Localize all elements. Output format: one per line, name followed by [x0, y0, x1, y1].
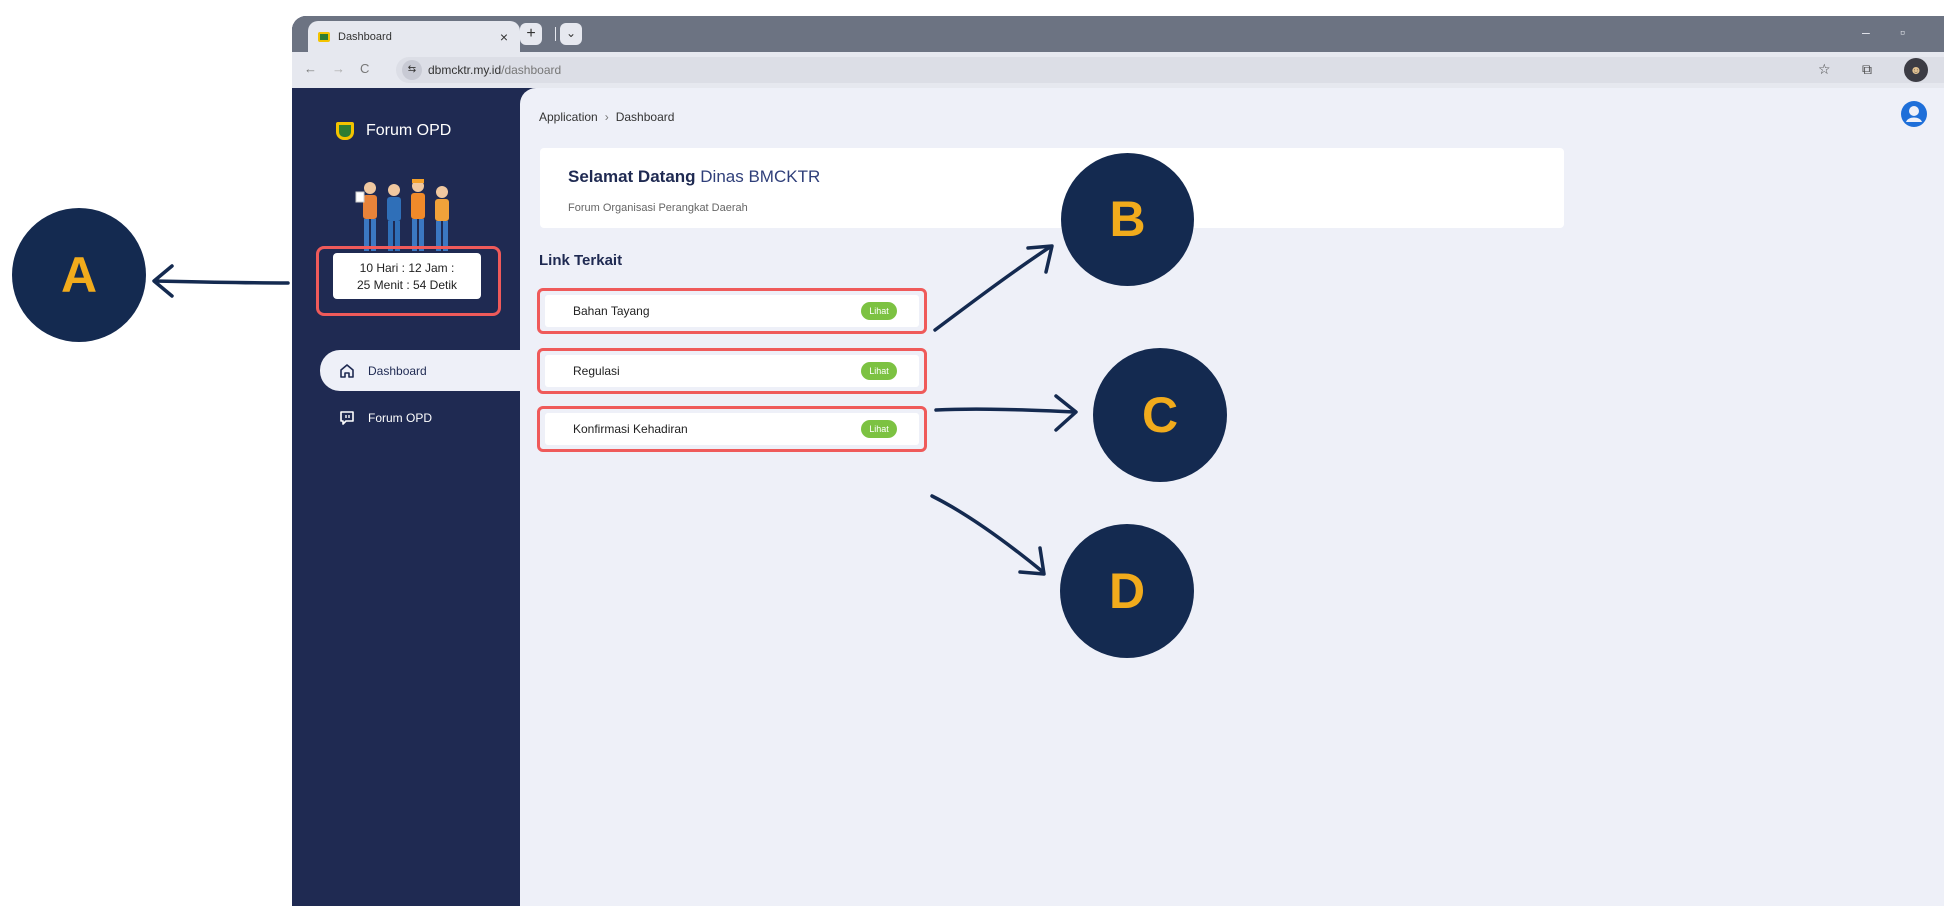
tab-strip: Dashboard × + ⌄ – ▫ [292, 16, 1944, 52]
user-account-icon[interactable] [1900, 100, 1928, 128]
callout-b: B [1061, 153, 1194, 286]
chat-icon [336, 407, 358, 429]
back-button[interactable]: ← [304, 61, 317, 76]
arrow-a [153, 279, 290, 285]
arrow-a-head [152, 264, 174, 298]
address-bar: ← → C ⇆ dbmcktr.my.id/dashboard ☆ ⧉ ☻ [292, 52, 1944, 88]
url-input[interactable]: ⇆ dbmcktr.my.id/dashboard [396, 57, 1944, 83]
link-item-regulasi: Regulasi Lihat [537, 348, 927, 394]
bookmark-star-icon[interactable]: ☆ [1818, 61, 1831, 78]
extensions-icon[interactable]: ⧉ [1862, 61, 1872, 78]
breadcrumb: Application › Dashboard [539, 110, 674, 124]
tab-title: Dashboard [338, 30, 392, 43]
welcome-org: Dinas BMCKTR [700, 167, 821, 186]
countdown-highlight [316, 246, 501, 316]
breadcrumb-separator: › [604, 110, 609, 124]
workers-illustration [355, 179, 449, 251]
maximize-button[interactable]: ▫ [1900, 24, 1905, 40]
worker-1 [355, 182, 377, 251]
minimize-button[interactable]: – [1862, 24, 1870, 40]
link-label: Konfirmasi Kehadiran [573, 422, 688, 436]
welcome-card: Selamat Datang Dinas BMCKTR Forum Organi… [540, 148, 1564, 228]
sidebar-item-dashboard[interactable]: Dashboard [320, 350, 538, 391]
lihat-button[interactable]: Lihat [861, 420, 897, 438]
brand-title: Forum OPD [366, 122, 452, 139]
sidebar-item-label: Dashboard [368, 363, 427, 378]
welcome-title: Selamat Datang Dinas BMCKTR [568, 167, 820, 187]
link-label: Bahan Tayang [573, 304, 650, 318]
link-card: Konfirmasi Kehadiran Lihat [545, 413, 919, 445]
welcome-greeting: Selamat Datang [568, 167, 696, 186]
url-domain: dbmcktr.my.id [428, 63, 502, 77]
lihat-button[interactable]: Lihat [861, 302, 897, 320]
link-card: Bahan Tayang Lihat [545, 295, 919, 327]
brand[interactable]: Forum OPD [336, 122, 451, 140]
url-text: dbmcktr.my.id/dashboard [428, 63, 561, 77]
breadcrumb-root[interactable]: Application [539, 110, 598, 124]
home-icon [336, 360, 358, 382]
tab-separator [555, 27, 556, 41]
callout-c: C [1093, 348, 1227, 482]
link-label: Regulasi [573, 364, 620, 378]
tab-close-icon[interactable]: × [496, 29, 512, 45]
lihat-button[interactable]: Lihat [861, 362, 897, 380]
link-item-konfirmasi-kehadiran: Konfirmasi Kehadiran Lihat [537, 406, 927, 452]
sidebar-item-label: Forum OPD [368, 410, 433, 425]
browser-tab[interactable]: Dashboard × [308, 21, 520, 52]
site-info-icon[interactable]: ⇆ [402, 60, 422, 80]
link-item-bahan-tayang: Bahan Tayang Lihat [537, 288, 927, 334]
tab-search-button[interactable]: ⌄ [560, 23, 582, 45]
welcome-subtitle: Forum Organisasi Perangkat Daerah [568, 202, 748, 214]
section-title: Link Terkait [539, 252, 623, 269]
main-content: Application › Dashboard Selamat Datang Din… [520, 88, 1944, 906]
callout-d: D [1060, 524, 1194, 658]
reload-button[interactable]: C [360, 61, 369, 76]
favicon-icon [318, 31, 330, 42]
brand-logo-icon [336, 122, 354, 140]
worker-2 [387, 184, 401, 251]
link-card: Regulasi Lihat [545, 355, 919, 387]
sidebar-item-forum-opd[interactable]: Forum OPD [320, 397, 538, 438]
profile-avatar[interactable]: ☻ [1904, 58, 1928, 82]
sidebar: Forum OPD 10 Hari: 12 Jam: 25 Menit: … [292, 88, 538, 906]
breadcrumb-current: Dashboard [615, 110, 675, 124]
new-tab-button[interactable]: + [520, 23, 542, 45]
forward-button[interactable]: → [332, 61, 345, 76]
worker-3 [411, 179, 425, 251]
url-path: /dashboard [501, 63, 562, 77]
callout-a: A [12, 208, 146, 342]
worker-4 [435, 186, 449, 251]
